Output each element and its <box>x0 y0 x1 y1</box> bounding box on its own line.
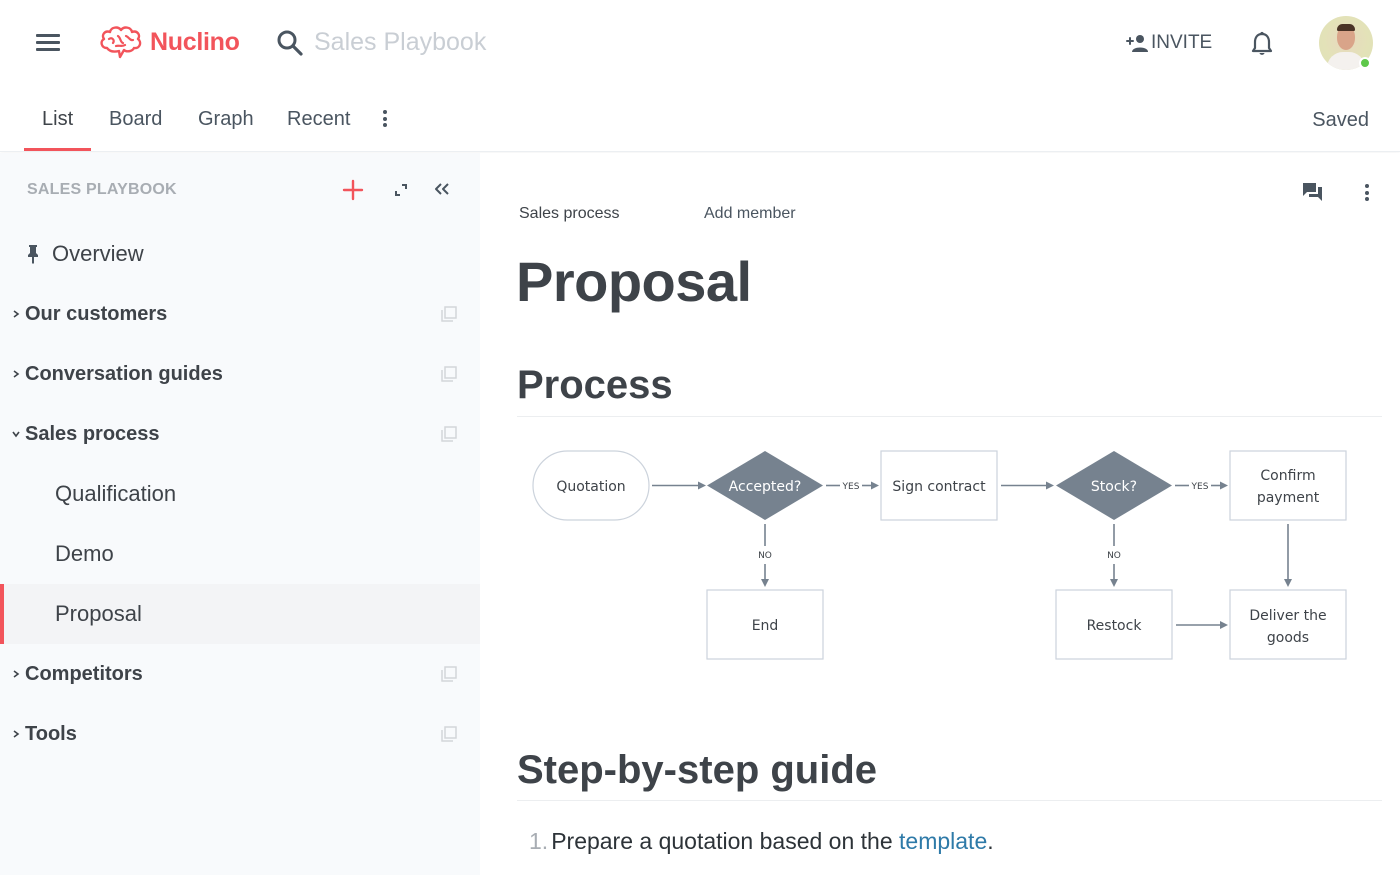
tab-graph[interactable]: Graph <box>198 108 254 131</box>
comments-icon[interactable] <box>1302 181 1324 203</box>
node-quotation[interactable]: Quotation <box>532 450 650 521</box>
sidebar-item-proposal[interactable]: Proposal <box>0 584 480 644</box>
add-item-icon[interactable] <box>342 179 364 201</box>
sidebar-item-label: Tools <box>25 722 77 745</box>
node-label: payment <box>1257 490 1320 506</box>
copy-icon[interactable] <box>439 305 458 324</box>
node-deliver-goods[interactable]: Deliver the goods <box>1229 589 1347 660</box>
yes-label: YES <box>842 482 860 492</box>
sidebar-item-demo[interactable]: Demo <box>0 524 480 584</box>
node-label: Sign contract <box>892 479 986 495</box>
node-label: Deliver the <box>1249 608 1326 624</box>
copy-icon[interactable] <box>439 425 458 444</box>
no-label: NO <box>1107 551 1121 561</box>
chevron-right-icon[interactable] <box>10 308 22 320</box>
step-text-end: . <box>987 828 994 854</box>
list-item[interactable]: 1. Prepare a quotation based on the templ… <box>529 828 994 855</box>
add-member-button[interactable]: Add member <box>704 205 796 223</box>
divider <box>517 416 1382 417</box>
search-icon[interactable] <box>276 29 304 57</box>
sidebar-item-label: Competitors <box>25 662 143 685</box>
sidebar-item-qualification[interactable]: Qualification <box>0 464 480 524</box>
node-restock[interactable]: Restock <box>1055 589 1173 660</box>
chevron-right-icon[interactable] <box>10 368 22 380</box>
sidebar-item-label: Conversation guides <box>25 362 223 385</box>
sidebar-item-competitors[interactable]: Competitors <box>0 644 480 704</box>
sidebar-item-our-customers[interactable]: Our customers <box>0 284 480 344</box>
node-label: Restock <box>1087 618 1143 634</box>
sidebar-item-label: Proposal <box>55 601 142 626</box>
template-link[interactable]: template <box>899 828 987 854</box>
sidebar-item-sales-process[interactable]: Sales process <box>0 404 480 464</box>
sidebar: SALES PLAYBOOK Overview Our customers Co… <box>0 153 480 875</box>
chevron-down-icon[interactable] <box>10 428 22 440</box>
brand-name: Nuclino <box>150 27 240 56</box>
collapse-sidebar-icon[interactable] <box>432 179 452 199</box>
copy-icon[interactable] <box>439 665 458 684</box>
brain-icon <box>100 26 142 59</box>
chevron-right-icon[interactable] <box>10 728 22 740</box>
flowchart-svg: Quotation Accepted? YES Sign contract St… <box>532 450 1347 660</box>
sidebar-item-label: Qualification <box>55 481 177 506</box>
node-confirm-payment[interactable]: Confirm payment <box>1229 450 1347 521</box>
sidebar-item-label: Sales process <box>25 422 160 445</box>
node-label: Accepted? <box>729 479 802 495</box>
online-status-indicator <box>1359 57 1371 69</box>
divider <box>517 800 1382 801</box>
copy-icon[interactable] <box>439 725 458 744</box>
node-label: Stock? <box>1091 479 1137 495</box>
section-heading-process[interactable]: Process <box>517 363 673 408</box>
workspace-title: SALES PLAYBOOK <box>27 181 177 198</box>
node-label: End <box>752 618 779 634</box>
tab-board[interactable]: Board <box>109 108 162 131</box>
sidebar-item-label: Our customers <box>25 302 168 325</box>
more-tabs-icon[interactable] <box>379 110 391 130</box>
section-heading-steps[interactable]: Step-by-step guide <box>517 748 877 793</box>
node-end[interactable]: End <box>706 589 824 660</box>
list-number: 1. <box>529 828 549 854</box>
tab-list[interactable]: List <box>42 108 73 131</box>
no-label: NO <box>758 551 772 561</box>
active-tab-indicator <box>24 148 91 151</box>
search-input[interactable] <box>314 28 554 57</box>
top-bar: Nuclino INVITE <box>0 0 1400 88</box>
expand-icon[interactable] <box>392 181 410 199</box>
breadcrumb[interactable]: Sales process <box>519 205 620 223</box>
bell-icon[interactable] <box>1251 31 1273 57</box>
pin-icon <box>28 245 38 264</box>
invite-label: INVITE <box>1151 32 1213 53</box>
sidebar-item-label: Overview <box>52 241 144 266</box>
copy-icon[interactable] <box>439 365 458 384</box>
sidebar-item-label: Demo <box>55 541 114 566</box>
step-text: Prepare a quotation based on the <box>551 828 900 854</box>
node-label: goods <box>1267 630 1309 646</box>
sidebar-item-overview[interactable]: Overview <box>0 224 480 284</box>
node-sign-contract[interactable]: Sign contract <box>880 450 998 521</box>
node-accepted-decision[interactable]: Accepted? <box>707 451 823 520</box>
process-flowchart[interactable]: Quotation Accepted? YES Sign contract St… <box>510 440 1370 680</box>
sidebar-item-conversation-guides[interactable]: Conversation guides <box>0 344 480 404</box>
invite-button[interactable]: INVITE <box>1126 32 1212 54</box>
node-stock-decision[interactable]: Stock? <box>1056 451 1172 520</box>
chevron-right-icon[interactable] <box>10 668 22 680</box>
save-status: Saved <box>1312 109 1369 131</box>
yes-label: YES <box>1191 482 1209 492</box>
page-title[interactable]: Proposal <box>516 249 752 314</box>
document-more-icon[interactable] <box>1360 184 1374 204</box>
search-bar <box>276 28 554 57</box>
logo[interactable]: Nuclino <box>98 24 240 60</box>
tab-recent[interactable]: Recent <box>287 108 350 131</box>
view-tabs: List Board Graph Recent Saved <box>0 88 1400 152</box>
add-person-icon <box>1126 35 1148 52</box>
menu-icon[interactable] <box>36 34 60 52</box>
node-label: Quotation <box>556 479 625 495</box>
node-label: Confirm <box>1260 468 1315 484</box>
sidebar-item-tools[interactable]: Tools <box>0 704 480 764</box>
